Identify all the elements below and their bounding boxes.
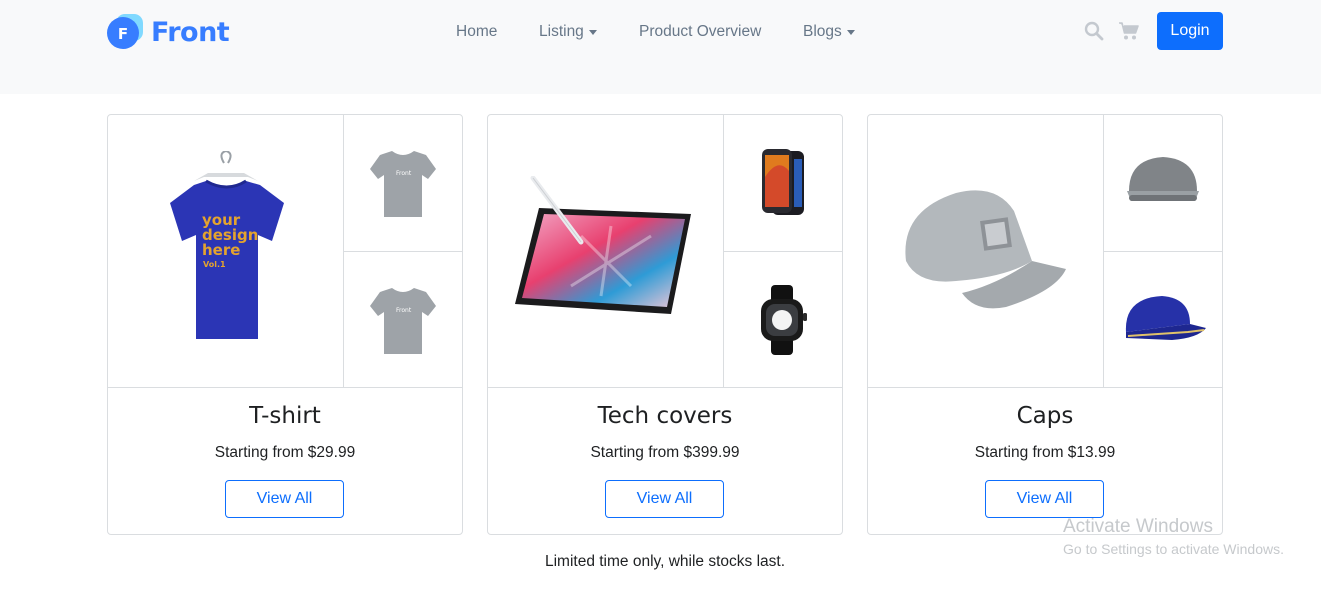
tablet-image	[514, 176, 691, 314]
product-thumb-image	[1104, 115, 1222, 252]
blue-cap-image	[1125, 295, 1206, 340]
grey-tshirt-image: Front	[370, 287, 436, 354]
nav-item-blogs[interactable]: Blogs	[803, 20, 855, 44]
view-all-button[interactable]: View All	[985, 480, 1104, 518]
product-main-image: your design here Vol.1	[108, 115, 344, 388]
tshirt-mini-logo: Front	[396, 307, 412, 314]
nav-item-label: Product Overview	[639, 23, 762, 40]
tshirt-mini-logo: Front	[396, 170, 412, 177]
product-thumb-image	[1104, 251, 1222, 388]
grey-cap-image	[904, 190, 1066, 309]
nav-item-label: Listing	[539, 23, 584, 40]
product-title: Tech covers	[597, 403, 733, 429]
product-title: Caps	[1016, 403, 1074, 429]
product-card-caps: Caps Starting from $13.99 View All	[867, 114, 1223, 535]
grey-snapback-image	[1127, 157, 1199, 201]
product-card-tech-covers: Tech covers Starting from $399.99 View A…	[487, 114, 843, 535]
cart-icon[interactable]	[1118, 21, 1139, 41]
windows-activation-subtitle: Go to Settings to activate Windows.	[1063, 541, 1284, 557]
product-title: T-shirt	[249, 403, 321, 429]
caret-down-icon	[588, 30, 597, 35]
product-thumb-image: Front	[344, 251, 462, 388]
product-price: Starting from $29.99	[214, 444, 356, 461]
tshirt-print-line: Vol.1	[203, 260, 226, 269]
caret-down-icon	[846, 30, 855, 35]
nav-item-product-overview[interactable]: Product Overview	[639, 20, 761, 44]
product-price: Starting from $13.99	[974, 444, 1116, 461]
product-card-tshirt: your design here Vol.1 Front Front T-shi…	[107, 114, 463, 535]
nav-item-home[interactable]: Home	[456, 20, 497, 44]
product-main-image	[488, 115, 724, 388]
grey-tshirt-image: Front	[370, 151, 436, 217]
view-all-button[interactable]: View All	[225, 480, 344, 518]
product-thumb-image	[724, 115, 842, 252]
product-thumb-image	[724, 251, 842, 388]
search-icon[interactable]	[1084, 21, 1104, 41]
view-all-button[interactable]: View All	[605, 480, 724, 518]
nav-item-label: Home	[456, 23, 498, 40]
nav-item-listing[interactable]: Listing	[539, 20, 597, 44]
windows-activation-title: Activate Windows	[1063, 516, 1213, 537]
navbar: F Front Home Listing Product Overview Bl…	[0, 0, 1321, 94]
tshirt-print-line: here	[202, 241, 240, 259]
product-main-image	[868, 115, 1104, 388]
product-price: Starting from $399.99	[590, 444, 740, 461]
product-thumb-image: Front	[344, 115, 462, 252]
nav-item-label: Blogs	[803, 23, 842, 40]
phone-image	[762, 149, 804, 215]
login-button[interactable]: Login	[1157, 12, 1223, 50]
smartwatch-image	[761, 284, 807, 355]
tshirt-image: your design here Vol.1	[169, 151, 284, 339]
